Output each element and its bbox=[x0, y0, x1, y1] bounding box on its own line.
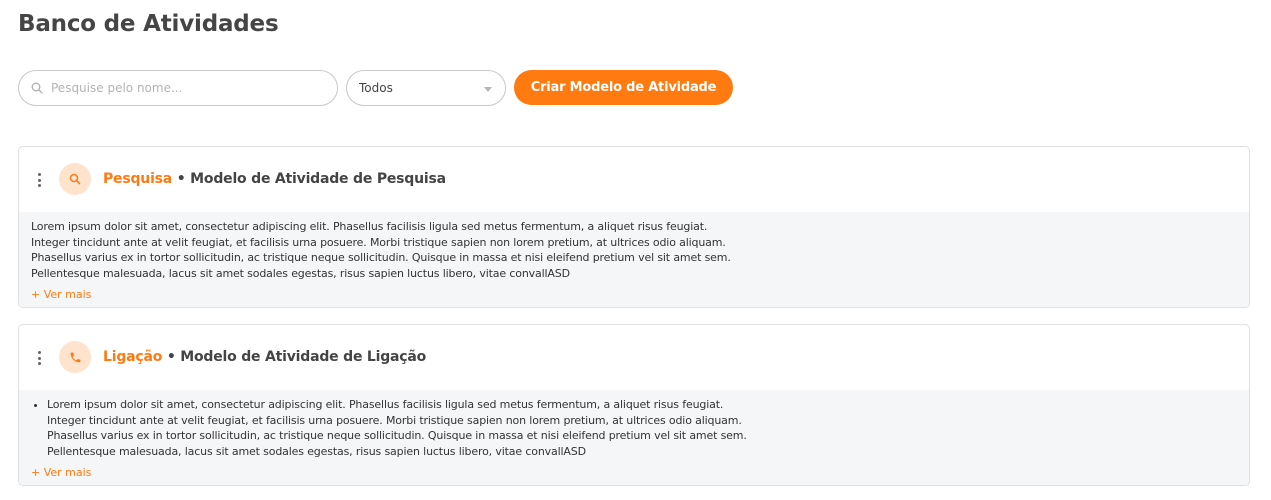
search-input[interactable] bbox=[51, 81, 321, 95]
more-options-icon[interactable] bbox=[36, 173, 42, 187]
more-options-icon[interactable] bbox=[36, 351, 42, 365]
description-list: Lorem ipsum dolor sit amet, consectetur … bbox=[31, 397, 1237, 459]
see-more-link[interactable]: + Ver mais bbox=[31, 466, 91, 479]
create-activity-model-button[interactable]: Criar Modelo de Atividade bbox=[514, 70, 733, 105]
search-icon bbox=[69, 173, 81, 185]
activity-card: Ligação • Modelo de Atividade de Ligação… bbox=[18, 324, 1250, 486]
description-line: Phasellus varius ex in tortor sollicitud… bbox=[31, 251, 731, 264]
card-header: Ligação • Modelo de Atividade de Ligação bbox=[19, 325, 1249, 390]
description-line: Pellentesque malesuada, lacus sit amet s… bbox=[31, 266, 570, 280]
filter-selected-value: Todos bbox=[359, 81, 393, 95]
type-filter-select[interactable]: Todos bbox=[346, 70, 506, 106]
card-header: Pesquisa • Modelo de Atividade de Pesqui… bbox=[19, 147, 1249, 212]
search-box[interactable] bbox=[18, 70, 338, 106]
description-line: Lorem ipsum dolor sit amet, consectetur … bbox=[47, 398, 724, 411]
card-body: Lorem ipsum dolor sit amet, consectetur … bbox=[19, 212, 1249, 307]
chevron-down-icon bbox=[484, 87, 492, 92]
title-separator: • bbox=[162, 349, 181, 365]
title-separator: • bbox=[172, 171, 191, 187]
card-description: Lorem ipsum dolor sit amet, consectetur … bbox=[31, 397, 1237, 461]
description-line: Phasellus varius ex in tortor sollicitud… bbox=[47, 429, 747, 442]
description-line: Integer tincidunt ante at velit feugiat,… bbox=[47, 413, 742, 427]
description-line: Integer tincidunt ante at velit feugiat,… bbox=[31, 235, 726, 249]
see-more-link[interactable]: + Ver mais bbox=[31, 288, 91, 301]
card-body: Lorem ipsum dolor sit amet, consectetur … bbox=[19, 390, 1249, 485]
description-list-item: Lorem ipsum dolor sit amet, consectetur … bbox=[47, 397, 1237, 459]
card-type-icon-badge bbox=[59, 341, 91, 373]
card-title: Pesquisa • Modelo de Atividade de Pesqui… bbox=[103, 171, 446, 187]
card-type-label: Ligação bbox=[103, 349, 163, 365]
card-type-icon-badge bbox=[59, 163, 91, 195]
card-name: Modelo de Atividade de Pesquisa bbox=[190, 171, 446, 187]
card-name: Modelo de Atividade de Ligação bbox=[180, 349, 427, 365]
card-title: Ligação • Modelo de Atividade de Ligação bbox=[103, 349, 426, 365]
description-line: Pellentesque malesuada, lacus sit amet s… bbox=[47, 444, 586, 458]
card-type-label: Pesquisa bbox=[103, 171, 173, 187]
page-title: Banco de Atividades bbox=[18, 11, 279, 37]
phone-icon bbox=[70, 352, 80, 362]
search-icon bbox=[31, 82, 43, 94]
description-line: Lorem ipsum dolor sit amet, consectetur … bbox=[31, 220, 708, 233]
card-description: Lorem ipsum dolor sit amet, consectetur … bbox=[31, 219, 1237, 283]
activity-card: Pesquisa • Modelo de Atividade de Pesqui… bbox=[18, 146, 1250, 308]
